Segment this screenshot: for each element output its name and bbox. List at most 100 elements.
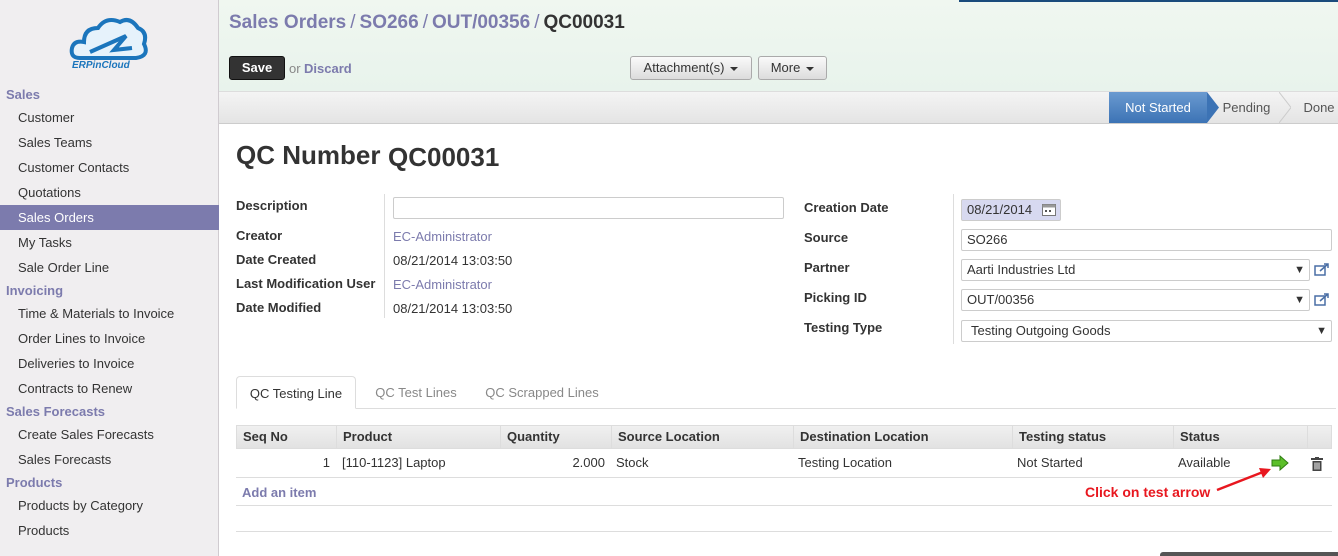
divider	[953, 194, 954, 344]
sidebar-item-time-materials[interactable]: Time & Materials to Invoice	[0, 301, 219, 326]
save-button[interactable]: Save	[229, 56, 285, 80]
trash-icon[interactable]	[1311, 457, 1323, 471]
creation-date-value: 08/21/2014	[967, 202, 1033, 217]
scrollbar[interactable]	[1160, 552, 1338, 556]
external-link-icon[interactable]	[1314, 292, 1330, 306]
sidebar-item-customer-contacts[interactable]: Customer Contacts	[0, 155, 219, 180]
breadcrumb-sales-orders[interactable]: Sales Orders	[229, 12, 346, 33]
section-sales-forecasts: Sales Forecasts	[6, 404, 106, 419]
section-invoicing: Invoicing	[6, 283, 64, 298]
chevron-down-icon	[806, 66, 815, 71]
sidebar-item-order-lines-invoice[interactable]: Order Lines to Invoice	[0, 326, 219, 351]
logo-text: ERPinCloud	[72, 60, 130, 71]
picking-label: Picking ID	[804, 290, 867, 305]
testing-type-value: Testing Outgoing Goods	[971, 323, 1111, 338]
sidebar-item-contracts-renew[interactable]: Contracts to Renew	[0, 376, 219, 401]
stage-not-started[interactable]: Not Started	[1109, 92, 1207, 123]
header: Sales Orders / SO266/OUT/00356/QC00031 Sav…	[219, 0, 1338, 92]
date-created-value: 08/21/2014 13:03:50	[393, 253, 513, 268]
sidebar-item-quotations[interactable]: Quotations	[0, 180, 219, 205]
breadcrumb-separator: /	[422, 12, 428, 33]
cell-quantity: 2.000	[572, 455, 605, 470]
stage-pending[interactable]: Pending	[1219, 92, 1274, 123]
breadcrumb-separator: /	[350, 12, 356, 33]
section-products: Products	[6, 475, 63, 490]
picking-value: OUT/00356	[967, 292, 1035, 307]
more-dropdown[interactable]: More	[758, 56, 827, 80]
cell-destination: Testing Location	[798, 455, 892, 470]
divider	[384, 194, 385, 318]
description-label: Description	[236, 198, 308, 213]
partner-value: Aarti Industries Ltd	[967, 262, 1076, 277]
creation-date-label: Creation Date	[804, 200, 889, 215]
partner-select[interactable]: Aarti Industries Ltd ▼	[961, 259, 1310, 281]
table-row[interactable]: 1 [110-1123] Laptop 2.000 Stock Testing …	[236, 449, 1332, 478]
stage-done[interactable]: Done	[1299, 92, 1338, 123]
breadcrumb-current: QC00031	[543, 12, 625, 33]
sidebar-item-products-by-category[interactable]: Products by Category	[0, 493, 219, 518]
sidebar-item-sales-teams[interactable]: Sales Teams	[0, 130, 219, 155]
sidebar: ERPinCloud Sales Customer Sales Teams Cu…	[0, 0, 219, 556]
dropdown-arrow-icon: ▼	[1316, 325, 1327, 337]
breadcrumb-separator: /	[534, 12, 540, 33]
last-mod-user-link[interactable]: EC-Administrator	[393, 277, 492, 292]
or-label: or	[289, 61, 301, 76]
add-item-link[interactable]: Add an item	[242, 485, 316, 500]
date-modified-label: Date Modified	[236, 300, 322, 315]
qc-number-value: QC00031	[388, 142, 500, 172]
dropdown-arrow-icon: ▼	[1294, 264, 1305, 276]
col-quantity[interactable]: Quantity	[501, 426, 612, 448]
sidebar-item-customer[interactable]: Customer	[0, 105, 219, 130]
sidebar-item-sales-orders[interactable]: Sales Orders	[0, 205, 219, 230]
last-mod-user-label: Last Modification User	[236, 276, 376, 291]
table-header: Seq No Product Quantity Source Location …	[236, 425, 1332, 449]
cell-testing-status: Not Started	[1017, 455, 1083, 470]
source-input[interactable]: SO266	[961, 229, 1332, 251]
stage-arrow-icon	[1207, 92, 1219, 123]
section-sales: Sales	[6, 87, 40, 102]
sidebar-menu: Sales Customer Sales Teams Customer Cont…	[0, 84, 219, 543]
creator-link[interactable]: EC-Administrator	[393, 229, 492, 244]
date-created-label: Date Created	[236, 252, 317, 267]
annotation-text: Click on test arrow	[1085, 484, 1211, 500]
attachments-dropdown[interactable]: Attachment(s)	[630, 56, 752, 80]
top-accent-bar	[959, 0, 1338, 2]
breadcrumb-out[interactable]: OUT/00356	[432, 12, 530, 33]
partner-label: Partner	[804, 260, 850, 275]
date-modified-value: 08/21/2014 13:03:50	[393, 301, 513, 316]
more-label: More	[770, 60, 801, 75]
col-source-location[interactable]: Source Location	[612, 426, 794, 448]
test-arrow-icon[interactable]	[1271, 455, 1289, 471]
picking-select[interactable]: OUT/00356 ▼	[961, 289, 1310, 311]
sidebar-item-create-forecasts[interactable]: Create Sales Forecasts	[0, 422, 219, 447]
cell-product: [110-1123] Laptop	[342, 455, 446, 470]
tab-qc-test-lines[interactable]: QC Test Lines	[360, 376, 472, 409]
testing-type-select[interactable]: Testing Outgoing Goods ▼	[961, 320, 1332, 342]
col-destination-location[interactable]: Destination Location	[794, 426, 1013, 448]
discard-link[interactable]: Discard	[304, 61, 352, 76]
col-testing-status[interactable]: Testing status	[1013, 426, 1174, 448]
breadcrumb-so[interactable]: SO266	[360, 12, 419, 33]
description-input[interactable]	[393, 197, 784, 219]
sidebar-item-products[interactable]: Products	[0, 518, 219, 543]
sidebar-item-sale-order-line[interactable]: Sale Order Line	[0, 255, 219, 280]
col-seq-no[interactable]: Seq No	[237, 426, 337, 448]
col-status[interactable]: Status	[1174, 426, 1308, 448]
testing-type-label: Testing Type	[804, 320, 883, 335]
sidebar-item-deliveries-invoice[interactable]: Deliveries to Invoice	[0, 351, 219, 376]
chevron-down-icon	[730, 66, 739, 71]
annotation-arrow-icon	[1216, 468, 1271, 492]
creation-date-input[interactable]: 08/21/2014	[961, 199, 1061, 221]
qc-number-label: QC Number	[236, 140, 381, 170]
sidebar-item-my-tasks[interactable]: My Tasks	[0, 230, 219, 255]
attachments-label: Attachment(s)	[643, 60, 725, 75]
calendar-icon[interactable]	[1042, 204, 1056, 216]
tab-qc-scrapped-lines[interactable]: QC Scrapped Lines	[476, 376, 608, 409]
tabs: QC Testing Line QC Test Lines QC Scrappe…	[236, 376, 1336, 409]
stage-separator-icon	[1279, 92, 1291, 123]
external-link-icon[interactable]	[1314, 262, 1330, 276]
sidebar-item-sales-forecasts[interactable]: Sales Forecasts	[0, 447, 219, 472]
tab-qc-testing-line[interactable]: QC Testing Line	[236, 376, 356, 409]
col-product[interactable]: Product	[337, 426, 501, 448]
cell-seq: 1	[322, 455, 330, 470]
